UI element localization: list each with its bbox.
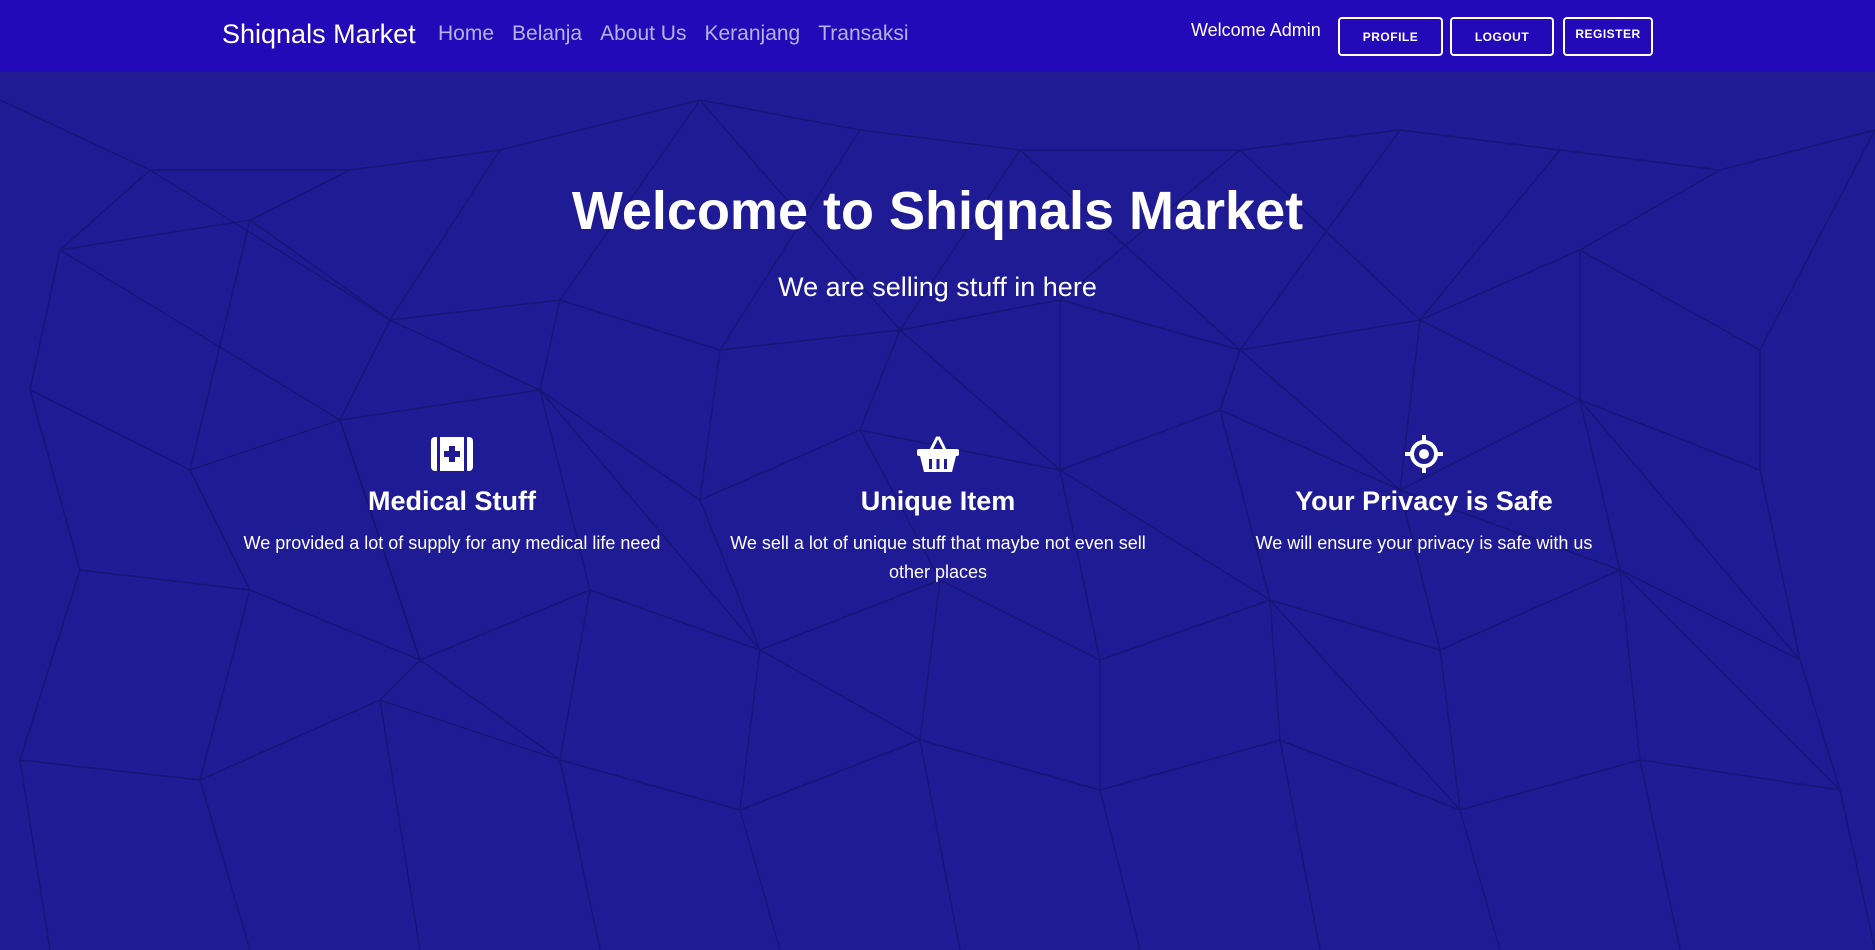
basket-icon [708,432,1168,476]
register-button[interactable]: REGISTER [1563,17,1653,56]
feature-unique-item: Unique Item We sell a lot of unique stuf… [708,432,1168,587]
hero-section: Welcome to Shiqnals Market We are sellin… [0,180,1875,303]
feature-description: We sell a lot of unique stuff that maybe… [730,533,1146,582]
nav-links: Home Belanja About Us Keranjang Transaks… [438,22,926,46]
feature-title: Medical Stuff [367,486,536,516]
top-navbar: Shiqnals Market Home Belanja About Us Ke… [0,0,1875,72]
hero-subtitle: We are selling stuff in here [778,272,1097,302]
nav-link-home[interactable]: Home [438,22,494,46]
feature-medical-stuff: Medical Stuff We provided a lot of suppl… [222,432,682,558]
feature-title: Unique Item [860,486,1016,516]
nav-link-about-us[interactable]: About Us [600,22,686,46]
nav-link-belanja[interactable]: Belanja [512,22,582,46]
profile-button[interactable]: PROFILE [1338,17,1443,56]
welcome-user-text: Welcome Admin [1191,20,1321,40]
medical-kit-icon [222,432,682,476]
feature-description: We will ensure your privacy is safe with… [1255,533,1593,553]
feature-title: Your Privacy is Safe [1295,486,1553,516]
nav-link-transaksi[interactable]: Transaksi [818,22,908,46]
feature-description: We provided a lot of supply for any medi… [243,533,661,553]
brand-logo-text[interactable]: Shiqnals Market [222,19,416,50]
crosshairs-icon [1194,432,1654,476]
nav-link-keranjang[interactable]: Keranjang [704,22,800,46]
hero-title: Welcome to Shiqnals Market [571,181,1304,241]
feature-privacy: Your Privacy is Safe We will ensure your… [1194,432,1654,558]
logout-button[interactable]: LOGOUT [1450,17,1554,56]
